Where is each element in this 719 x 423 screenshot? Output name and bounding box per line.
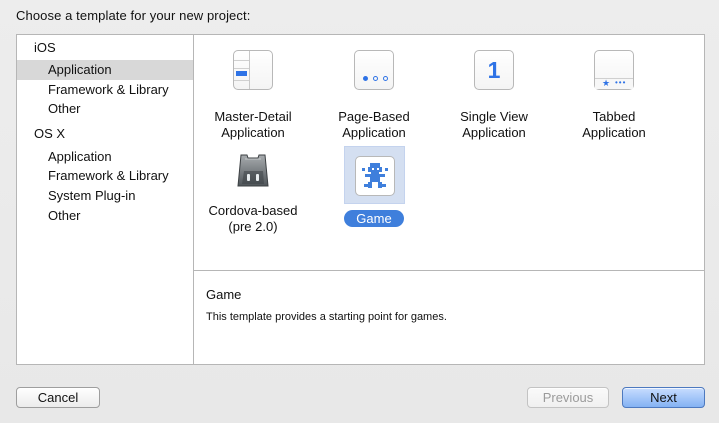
template-description: Game This template provides a starting p…: [194, 271, 704, 364]
page-dot-active: [362, 76, 368, 81]
page-based-icon: [354, 50, 394, 90]
sidebar-item-osx-framework-library[interactable]: Framework & Library: [17, 166, 193, 186]
next-button[interactable]: Next: [622, 387, 705, 408]
sidebar-section-osx[interactable]: OS X: [34, 125, 65, 143]
cordova-icon: [237, 154, 269, 187]
star-icon: ★: [602, 78, 611, 88]
game-icon-artwork: [362, 163, 388, 188]
master-detail-icon: [233, 50, 273, 90]
sidebar-item-ios-other[interactable]: Other: [17, 99, 193, 119]
template-page-based[interactable]: Page-Based Application: [319, 50, 429, 141]
template-content: Master-Detail Application Page-Based App…: [194, 35, 704, 364]
single-view-icon: 1: [474, 50, 514, 90]
template-grid: Master-Detail Application Page-Based App…: [194, 35, 704, 271]
table-row-line: [234, 68, 249, 69]
page-title: Choose a template for your new project:: [16, 8, 251, 23]
template-chooser-window: Choose a template for your new project: …: [0, 0, 719, 423]
page-dot: [382, 76, 388, 81]
page-dot: [372, 76, 378, 81]
selected-row-marker: [236, 71, 247, 76]
template-category-sidebar: iOS Application Framework & Library Othe…: [17, 35, 194, 364]
tabbed-icon: ★ •••: [594, 50, 634, 90]
description-title: Game: [206, 287, 242, 302]
template-label: Cordova-based (pre 2.0): [208, 203, 298, 234]
template-single-view[interactable]: 1 Single View Application: [439, 50, 549, 141]
sidebar-item-ios-framework-library[interactable]: Framework & Library: [17, 80, 193, 100]
sidebar-item-osx-system-plugin[interactable]: System Plug-in: [17, 186, 193, 206]
template-label: Page-Based Application: [338, 109, 410, 140]
previous-button[interactable]: Previous: [527, 387, 609, 408]
tab-bar: ★ •••: [595, 78, 633, 89]
sidebar-item-osx-other[interactable]: Other: [17, 206, 193, 226]
template-label: Tabbed Application: [582, 109, 646, 140]
cancel-button[interactable]: Cancel: [16, 387, 100, 408]
table-row-line: [234, 80, 249, 81]
split-line: [249, 51, 250, 89]
template-cordova[interactable]: Cordova-based (pre 2.0): [198, 150, 308, 235]
sidebar-section-ios[interactable]: iOS: [34, 39, 56, 57]
template-panel: iOS Application Framework & Library Othe…: [16, 34, 705, 365]
template-label-selected[interactable]: Game: [344, 210, 404, 227]
sidebar-item-osx-application[interactable]: Application: [17, 147, 193, 167]
more-dots-icon: •••: [615, 78, 627, 87]
template-game[interactable]: [344, 146, 405, 204]
page-indicator-dots: [358, 76, 392, 81]
description-text: This template provides a starting point …: [206, 311, 447, 323]
template-label: Master-Detail Application: [214, 109, 292, 140]
template-tabbed[interactable]: ★ ••• Tabbed Application: [559, 50, 669, 141]
sidebar-item-ios-application[interactable]: Application: [17, 60, 193, 80]
game-icon: [355, 156, 395, 196]
single-view-number: 1: [487, 57, 501, 83]
template-master-detail[interactable]: Master-Detail Application: [198, 50, 308, 141]
table-row-line: [234, 60, 249, 61]
template-label: Single View Application: [460, 109, 528, 140]
